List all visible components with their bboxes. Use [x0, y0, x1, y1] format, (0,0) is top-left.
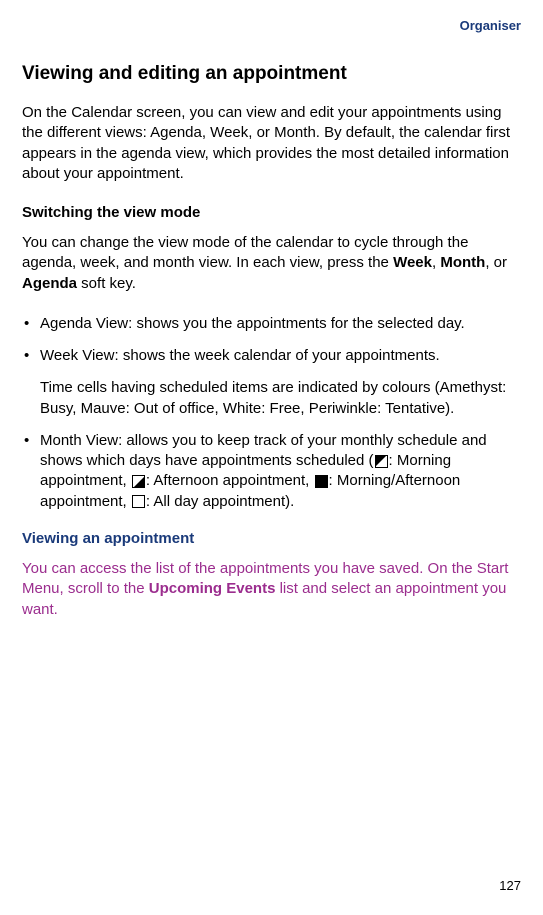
view-modes-list: Agenda View: shows you the appointments …: [22, 314, 521, 512]
switching-paragraph: You can change the view mode of the cale…: [22, 233, 521, 294]
upcoming-events-label: Upcoming Events: [149, 580, 276, 597]
month-text-allday: : All day appointment).: [146, 493, 294, 510]
switching-heading: Switching the view mode: [22, 204, 521, 221]
list-item-agenda: Agenda View: shows you the appointments …: [22, 314, 521, 334]
agenda-label: Agenda: [22, 275, 77, 292]
viewing-paragraph: You can access the list of the appointme…: [22, 559, 521, 620]
switching-text-post: soft key.: [77, 275, 136, 292]
allday-icon: [132, 492, 145, 512]
afternoon-icon: [132, 471, 145, 491]
month-label: Month: [440, 254, 485, 271]
intro-paragraph: On the Calendar screen, you can view and…: [22, 103, 521, 184]
month-text-afternoon: : Afternoon appointment,: [146, 472, 314, 489]
list-item-month: Month View: allows you to keep track of …: [22, 431, 521, 512]
week-label: Week: [393, 254, 432, 271]
list-item-week: Week View: shows the week calendar of yo…: [22, 346, 521, 366]
morning-afternoon-icon: [315, 471, 328, 491]
list-item-week-sub: Time cells having scheduled items are in…: [22, 378, 521, 419]
section-header: Organiser: [22, 18, 521, 33]
morning-icon: [375, 451, 388, 471]
page-title: Viewing and editing an appointment: [22, 63, 521, 85]
switching-comma2: , or: [485, 254, 507, 271]
page-number: 127: [499, 878, 521, 893]
viewing-heading: Viewing an appointment: [22, 530, 521, 547]
